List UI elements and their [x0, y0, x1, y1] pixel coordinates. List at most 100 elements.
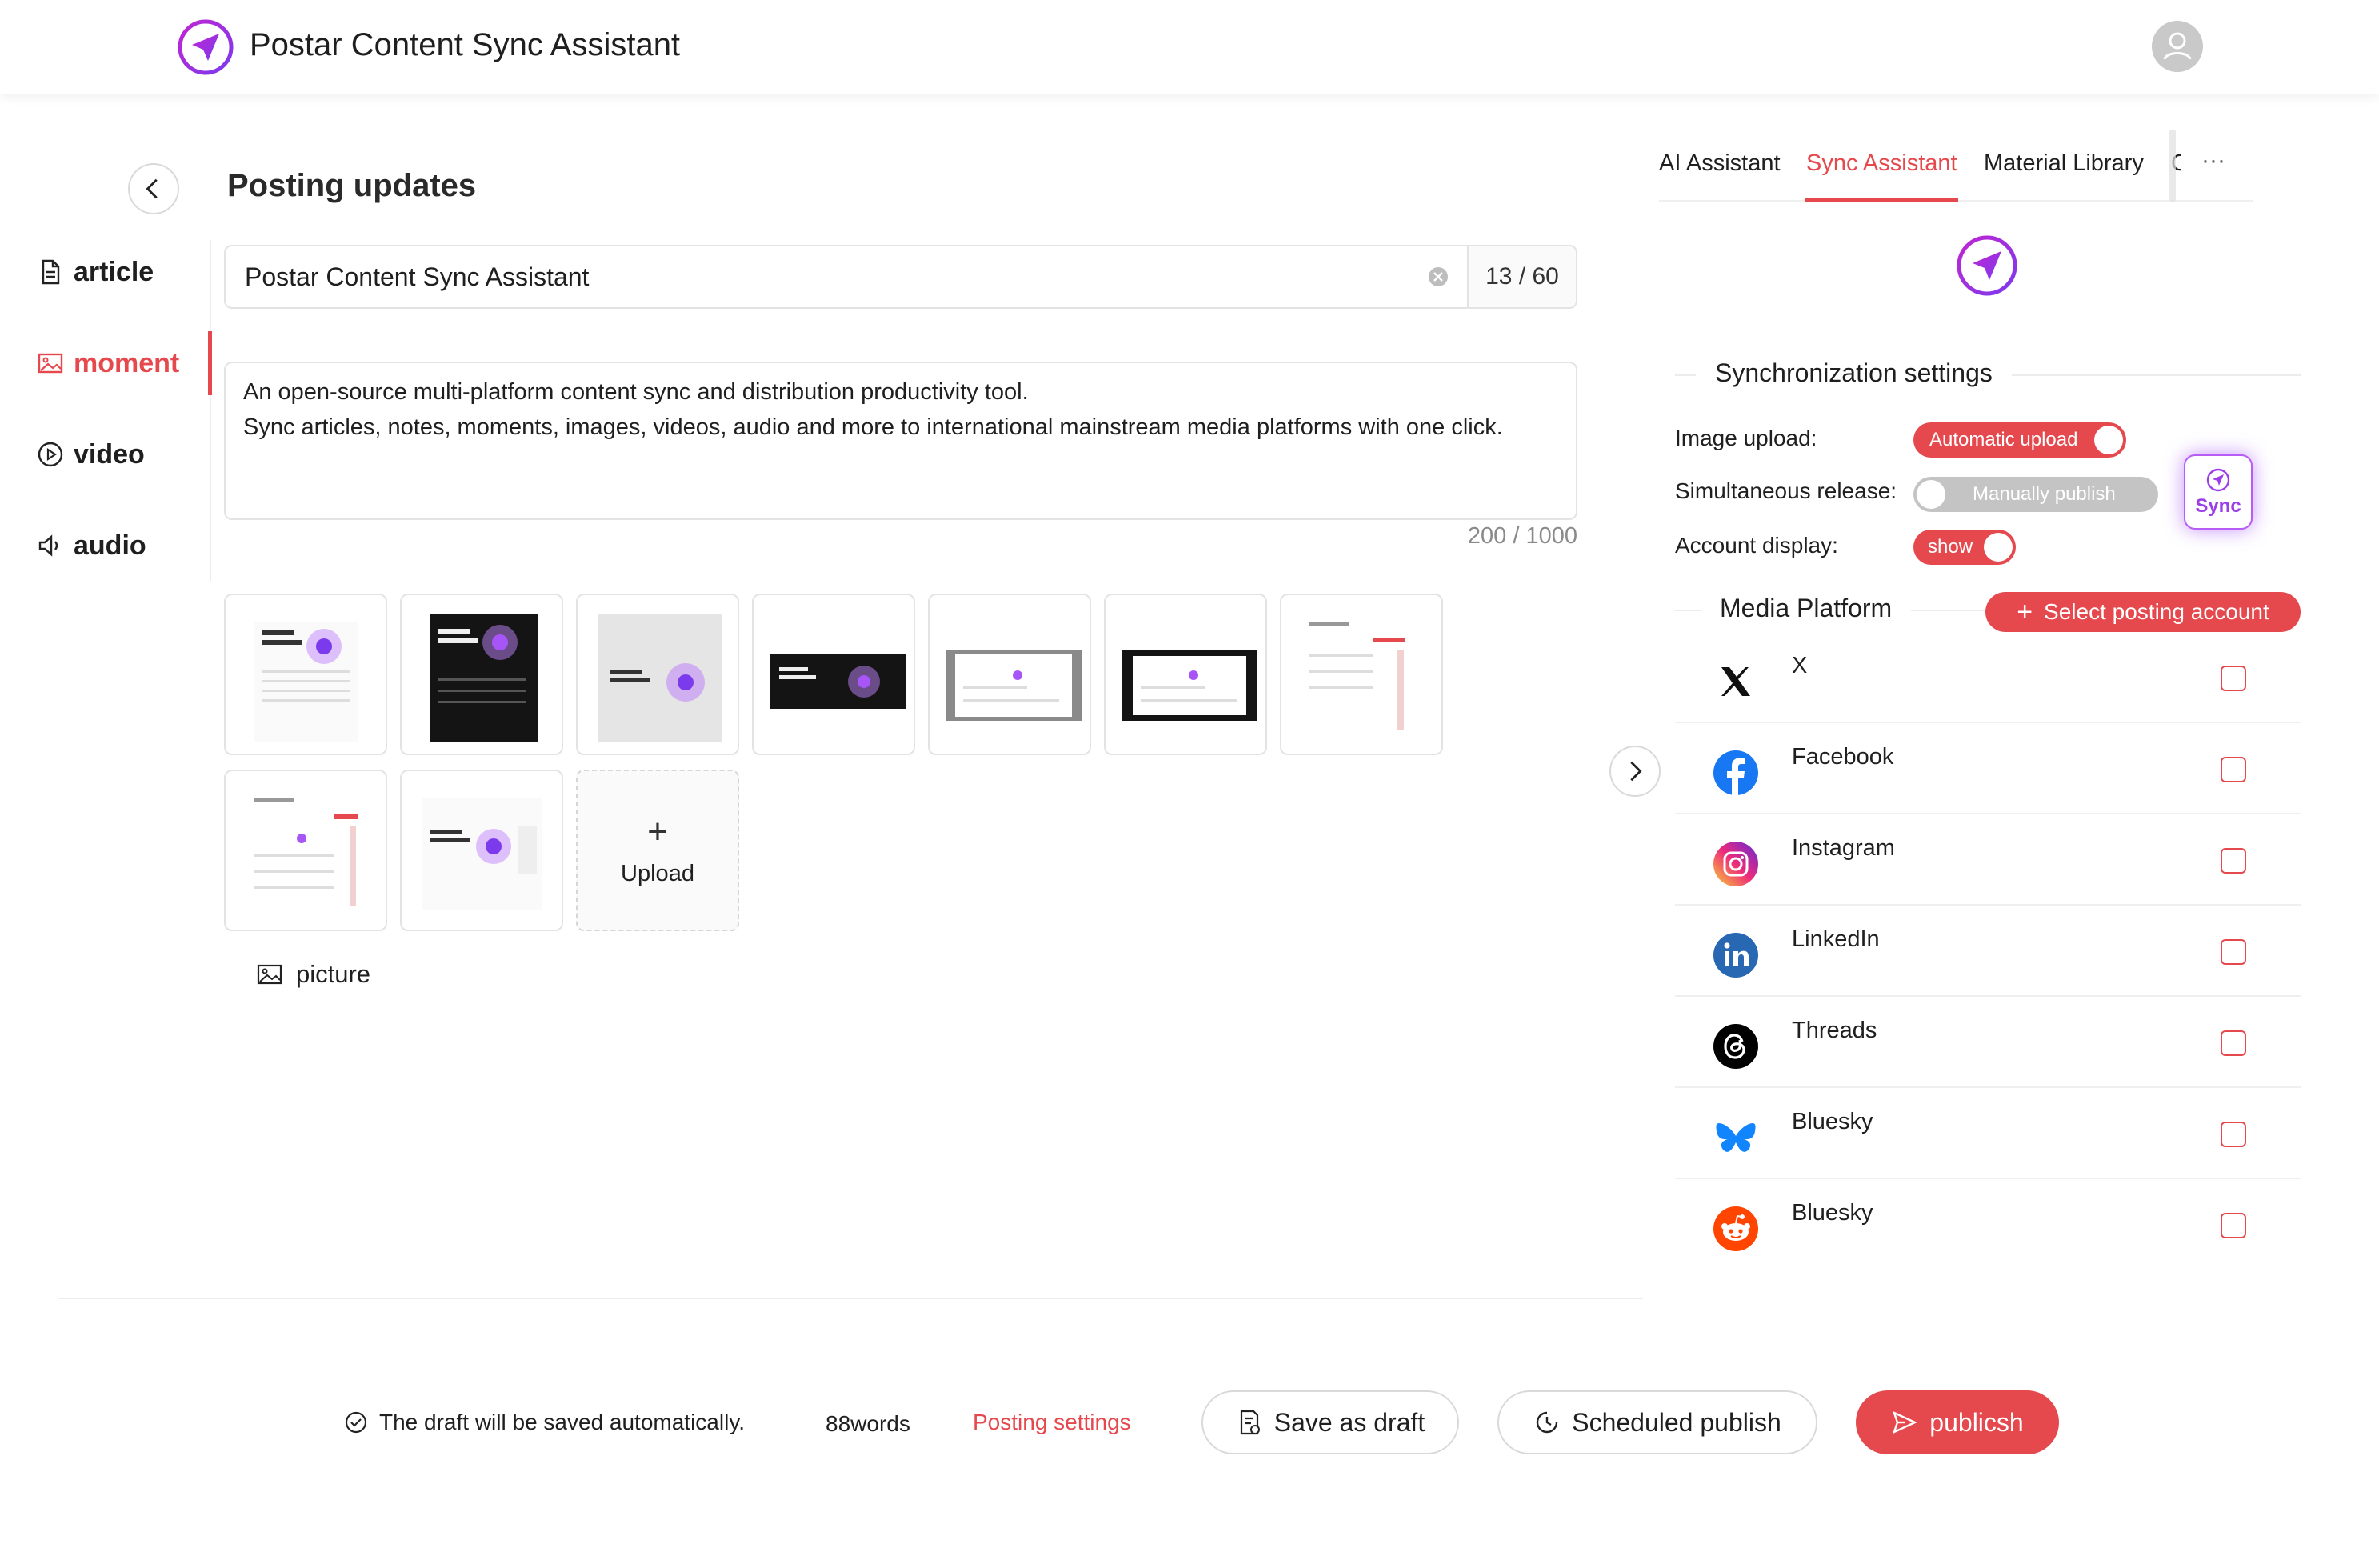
clear-icon[interactable] [1427, 266, 1449, 288]
platform-checkbox[interactable] [2221, 848, 2246, 874]
nav-item-article[interactable]: article [37, 248, 154, 296]
platform-row-instagram[interactable]: Instagram [1675, 814, 2301, 906]
image-upload-toggle[interactable]: Automatic upload [1913, 422, 2126, 458]
platform-name: X [1792, 653, 1808, 678]
tab-material-library[interactable]: Material Library [1984, 150, 2144, 177]
x-icon [1721, 667, 1750, 696]
screenshot-preview [946, 650, 1082, 721]
save-draft-button[interactable]: Save as draft [1201, 1390, 1459, 1454]
simultaneous-release-toggle[interactable]: Manually publish [1913, 477, 2158, 512]
platform-row-threads[interactable]: Threads [1675, 997, 2301, 1088]
sync-settings-title: Synchronization settings [1696, 358, 2012, 388]
nav-active-indicator [208, 331, 212, 395]
image-thumbnail[interactable] [400, 770, 563, 931]
back-button[interactable] [128, 163, 179, 214]
screenshot-preview [770, 654, 906, 709]
title-input-value: Postar Content Sync Assistant [245, 262, 590, 291]
media-platform-title: Media Platform [1701, 594, 1912, 623]
publish-label: publicsh [1929, 1407, 2024, 1437]
reddit-icon [1713, 1206, 1758, 1251]
select-posting-account-label: Select posting account [2044, 599, 2269, 624]
instagram-icon [1713, 842, 1758, 886]
plus-icon: + [2017, 597, 2033, 627]
platform-row-reddit[interactable]: Bluesky [1675, 1179, 2301, 1270]
platform-checkbox[interactable] [2221, 939, 2246, 965]
sync-button-label: Sync [2195, 495, 2241, 517]
platform-checkbox[interactable] [2221, 1213, 2246, 1238]
image-thumbnail[interactable] [224, 770, 387, 931]
tab-sync-assistant[interactable]: Sync Assistant [1806, 150, 1957, 177]
draft-icon [1240, 1410, 1260, 1435]
screenshot-preview [1301, 614, 1421, 742]
chevron-right-icon [1630, 761, 1642, 782]
play-circle-icon [38, 442, 63, 467]
linkedin-icon [1713, 933, 1758, 978]
nav-item-label: article [74, 256, 154, 287]
title-char-count: 13 / 60 [1467, 246, 1576, 307]
nav-item-label: moment [74, 347, 180, 378]
platform-name: Threads [1792, 1018, 1877, 1043]
app-title: Postar Content Sync Assistant [250, 27, 681, 62]
speaker-icon [38, 534, 58, 557]
send-icon [1893, 1410, 1918, 1434]
nav-item-moment[interactable]: moment [37, 339, 179, 387]
platform-row-facebook[interactable]: Facebook [1675, 723, 2301, 814]
expand-panel-button[interactable] [1609, 746, 1661, 797]
image-thumbnail[interactable] [928, 594, 1091, 755]
simultaneous-release-label: Simultaneous release: [1675, 478, 1897, 503]
content-textarea[interactable]: An open-source multi-platform content sy… [224, 362, 1577, 520]
image-thumbnail[interactable] [400, 594, 563, 755]
scheduled-publish-button[interactable]: Scheduled publish [1497, 1390, 1817, 1454]
image-thumbnail[interactable] [1104, 594, 1267, 755]
picture-toggle[interactable]: picture [256, 960, 370, 989]
toggle-knob [1984, 533, 2013, 562]
chevron-left-icon [146, 178, 158, 199]
platform-name: Instagram [1792, 835, 1895, 861]
title-input[interactable]: Postar Content Sync Assistant 13 / 60 [224, 245, 1577, 309]
toggle-text: show [1928, 536, 1973, 558]
toggle-text: Manually publish [1973, 483, 2116, 505]
tab-ai-assistant[interactable]: AI Assistant [1659, 150, 1781, 177]
toggle-knob [1917, 480, 1945, 509]
screenshot-preview [246, 790, 366, 918]
image-icon [38, 353, 63, 374]
account-display-label: Account display: [1675, 533, 1838, 558]
posting-settings-link[interactable]: Posting settings [973, 1410, 1131, 1435]
more-tabs-button[interactable]: ··· [2201, 147, 2225, 174]
postar-logo-icon [178, 19, 234, 75]
nav-item-video[interactable]: video [37, 430, 145, 478]
nav-item-label: audio [74, 530, 146, 561]
platform-checkbox[interactable] [2221, 757, 2246, 782]
image-thumbnail[interactable] [752, 594, 915, 755]
platform-name: Facebook [1792, 744, 1894, 770]
platform-row-linkedin[interactable]: LinkedIn [1675, 906, 2301, 997]
sync-button[interactable]: Sync [2184, 454, 2253, 530]
publish-button[interactable]: publicsh [1856, 1390, 2059, 1454]
screenshot-preview [254, 622, 358, 742]
platform-row-bluesky[interactable]: Bluesky [1675, 1088, 2301, 1179]
image-thumbnail[interactable] [224, 594, 387, 755]
picture-icon [257, 964, 282, 985]
platform-checkbox[interactable] [2221, 1122, 2246, 1147]
image-thumbnail[interactable] [576, 594, 739, 755]
picture-label: picture [296, 960, 371, 988]
sync-assistant-logo-icon [1957, 235, 2017, 296]
facebook-icon [1713, 750, 1758, 795]
autosave-text: The draft will be saved automatically. [379, 1410, 746, 1434]
user-avatar[interactable] [2152, 21, 2203, 72]
nav-item-audio[interactable]: audio [37, 522, 146, 570]
platform-checkbox[interactable] [2221, 1030, 2246, 1056]
platform-checkbox[interactable] [2221, 666, 2246, 691]
platform-name: Bluesky [1792, 1109, 1873, 1134]
select-posting-account-button[interactable]: + Select posting account [1985, 592, 2301, 632]
image-thumbnail[interactable] [1280, 594, 1443, 755]
threads-icon [1713, 1024, 1758, 1069]
autosave-note: The draft will be saved automatically. [344, 1410, 745, 1435]
upload-image-button[interactable]: + Upload [576, 770, 739, 931]
save-draft-label: Save as draft [1273, 1407, 1425, 1437]
account-display-toggle[interactable]: show [1913, 530, 2016, 565]
plus-icon: + [647, 811, 668, 851]
clock-icon [1537, 1411, 1558, 1434]
platform-row-x[interactable]: X [1675, 632, 2301, 723]
check-circle-icon [345, 1411, 367, 1434]
